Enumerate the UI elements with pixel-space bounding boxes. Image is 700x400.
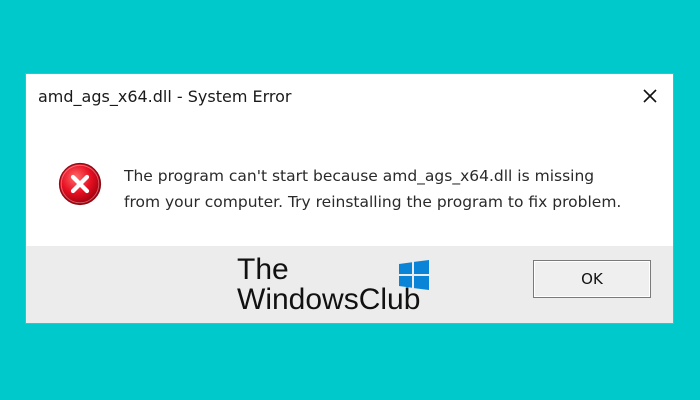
dialog-content: The program can't start because amd_ags_… (26, 120, 673, 248)
title-bar: amd_ags_x64.dll - System Error (26, 74, 673, 120)
dialog-footer: The WindowsClub OK (26, 246, 673, 323)
error-dialog: amd_ags_x64.dll - System Error The progr… (25, 73, 674, 324)
ok-button[interactable]: OK (533, 260, 651, 298)
error-icon (58, 162, 102, 206)
close-icon (643, 89, 657, 103)
close-button[interactable] (635, 84, 665, 110)
watermark-line1: The (237, 253, 289, 286)
watermark: The WindowsClub (237, 253, 437, 321)
error-message: The program can't start because amd_ags_… (124, 167, 622, 211)
watermark-line2: WindowsClub (237, 283, 421, 316)
windows-logo-icon (399, 260, 429, 290)
dialog-title: amd_ags_x64.dll - System Error (38, 87, 292, 106)
